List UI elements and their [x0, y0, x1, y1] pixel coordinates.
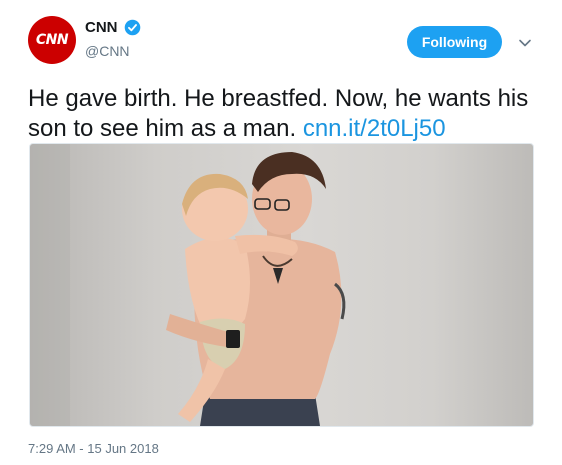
- tweet-timestamp[interactable]: 7:29 AM - 15 Jun 2018: [28, 441, 159, 456]
- following-button[interactable]: Following: [407, 26, 502, 58]
- tweet-link[interactable]: cnn.it/2t0Lj50: [303, 115, 446, 142]
- account-name-row: CNN: [85, 19, 141, 36]
- chevron-down-icon[interactable]: [518, 36, 532, 50]
- tweet-photo[interactable]: [29, 143, 534, 427]
- tweet-text: He gave birth. He breastfed. Now, he wan…: [28, 84, 548, 144]
- account-handle[interactable]: @CNN: [85, 43, 130, 59]
- tweet-body: He gave birth. He breastfed. Now, he wan…: [28, 85, 529, 142]
- display-name[interactable]: CNN: [85, 19, 118, 36]
- cnn-logo-text: CNN: [35, 32, 69, 48]
- verified-badge-icon: [124, 19, 140, 36]
- photo-illustration: [30, 144, 346, 426]
- avatar[interactable]: CNN: [28, 16, 76, 64]
